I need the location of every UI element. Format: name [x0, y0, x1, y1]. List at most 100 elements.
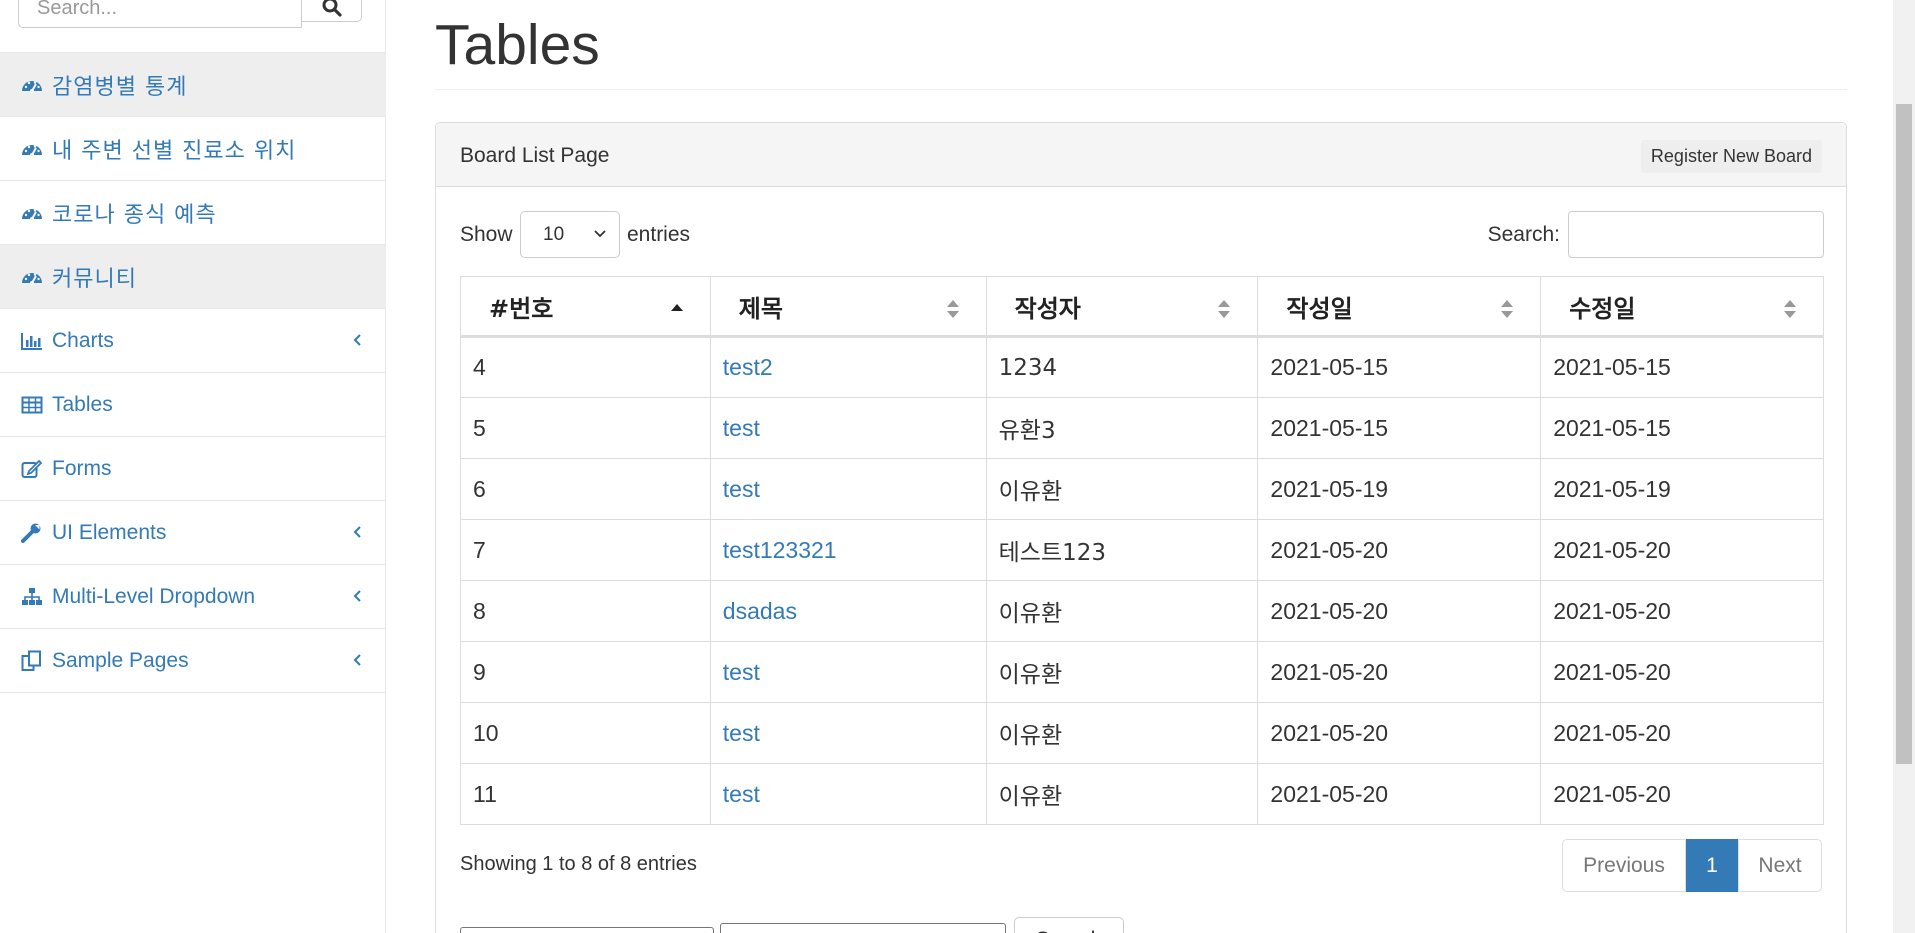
sort-icon	[1218, 300, 1231, 318]
column-header-updated[interactable]: 수정일	[1540, 276, 1824, 338]
table-search-input[interactable]	[1568, 211, 1824, 258]
register-new-board-button[interactable]: Register New Board	[1640, 140, 1822, 173]
sort-icon	[946, 300, 959, 318]
cell-no: 7	[460, 519, 711, 581]
entries-label: entries	[627, 223, 691, 246]
table-info: Showing 1 to 8 of 8 entries	[460, 853, 697, 875]
cell-updated: 2021-05-15	[1540, 336, 1824, 398]
cell-writer: 이유환	[985, 702, 1259, 764]
dashboard-icon	[20, 137, 44, 161]
table-row: 11 test 이유환 2021-05-20 2021-05-20	[460, 763, 1824, 825]
column-header-label: 수정일	[1569, 294, 1636, 323]
search-type-select[interactable]: --	[460, 927, 714, 933]
sidebar-item-clinic-location[interactable]: 내 주변 선별 진료소 위치	[0, 117, 386, 181]
scrollbar-thumb[interactable]	[1896, 104, 1912, 764]
sidebar-search: Search...	[18, 0, 362, 28]
table-row: 4 test2 1234 2021-05-15 2021-05-15	[460, 336, 1824, 398]
sidebar-search-button[interactable]	[302, 0, 362, 22]
cell-updated: 2021-05-15	[1540, 397, 1824, 459]
table-row: 6 test 이유환 2021-05-19 2021-05-19	[460, 458, 1824, 520]
cell-updated: 2021-05-20	[1540, 702, 1824, 764]
cell-writer: 이유환	[985, 580, 1259, 642]
board-title-link[interactable]: test2	[723, 354, 773, 380]
cell-writer: 이유환	[985, 641, 1259, 703]
sidebar-nav: 감염병별 통계 내 주변 선별 진료소 위치 코로나 종식 예측 커뮤니티 Ch…	[0, 52, 386, 693]
cell-created: 2021-05-20	[1257, 763, 1542, 825]
column-header-label: 제목	[738, 294, 783, 323]
board-title-link[interactable]: test	[723, 781, 760, 807]
cell-updated: 2021-05-20	[1540, 519, 1824, 581]
sidebar-item-label: UI Elements	[52, 520, 167, 544]
sidebar-item-forms[interactable]: Forms	[0, 437, 386, 501]
show-label: Show	[460, 223, 513, 246]
sidebar-item-label: Tables	[52, 392, 113, 416]
dashboard-icon	[20, 201, 44, 225]
cell-updated: 2021-05-19	[1540, 458, 1824, 520]
sidebar-search-input[interactable]: Search...	[18, 0, 302, 28]
cell-title: test	[709, 397, 987, 459]
sidebar-item-tables[interactable]: Tables	[0, 373, 386, 437]
column-header-title[interactable]: 제목	[709, 276, 987, 338]
page-scrollbar[interactable]	[1893, 0, 1915, 933]
chevron-left-icon	[353, 334, 361, 346]
cell-no: 6	[460, 458, 711, 520]
board-title-link[interactable]: test	[723, 659, 760, 685]
sidebar-item-multi-level-dropdown[interactable]: Multi-Level Dropdown	[0, 565, 386, 629]
column-header-created[interactable]: 작성일	[1257, 276, 1542, 338]
sidebar-item-sample-pages[interactable]: Sample Pages	[0, 629, 386, 693]
cell-writer: 유환3	[985, 397, 1259, 459]
sidebar-item-label: Charts	[52, 328, 114, 352]
cell-title: test	[709, 458, 987, 520]
table-controls: Show 10 entries Search:	[460, 211, 1824, 261]
sidebar-item-label: Forms	[52, 456, 112, 480]
board-title-link[interactable]: dsadas	[723, 598, 797, 624]
keyword-input[interactable]	[720, 923, 1006, 933]
cell-no: 9	[460, 641, 711, 703]
column-header-label: #번호	[489, 294, 554, 323]
search-button[interactable]: Search	[1014, 917, 1124, 933]
sidebar: Search... 감염병별 통계 내 주변 선별 진료소 위치 코로나 종식	[0, 0, 386, 933]
chevron-left-icon	[353, 526, 361, 538]
panel-heading: Board List Page Register New Board	[436, 123, 1846, 187]
cell-created: 2021-05-20	[1257, 580, 1542, 642]
previous-page-button[interactable]: Previous	[1562, 839, 1686, 892]
sidebar-item-community[interactable]: 커뮤니티	[0, 245, 386, 309]
sidebar-item-covid-prediction[interactable]: 코로나 종식 예측	[0, 181, 386, 245]
next-page-button[interactable]: Next	[1738, 839, 1822, 892]
page-1-button[interactable]: 1	[1686, 839, 1738, 892]
sidebar-item-label: 내 주변 선별 진료소 위치	[52, 138, 297, 164]
wrench-icon	[20, 521, 44, 545]
board-title-link[interactable]: test	[723, 415, 760, 441]
board-title-link[interactable]: test	[723, 720, 760, 746]
cell-updated: 2021-05-20	[1540, 580, 1824, 642]
board-search-form: -- Search	[460, 897, 1160, 933]
page-title: Tables	[435, 13, 600, 77]
cell-title: test2	[709, 336, 987, 398]
cell-writer: 1234	[985, 336, 1259, 398]
cell-created: 2021-05-19	[1257, 458, 1542, 520]
board-title-link[interactable]: test	[723, 476, 760, 502]
chevron-left-icon	[353, 590, 361, 602]
column-header-label: 작성자	[1014, 294, 1081, 323]
cell-title: test123321	[709, 519, 987, 581]
table-row: 10 test 이유환 2021-05-20 2021-05-20	[460, 702, 1824, 764]
sidebar-item-disease-stats[interactable]: 감염병별 통계	[0, 53, 386, 117]
sidebar-item-label: 커뮤니티	[52, 266, 137, 292]
chevron-left-icon	[353, 654, 361, 666]
column-header-writer[interactable]: 작성자	[985, 276, 1259, 338]
table-row: 9 test 이유환 2021-05-20 2021-05-20	[460, 641, 1824, 703]
board-title-link[interactable]: test123321	[723, 537, 837, 563]
cell-no: 8	[460, 580, 711, 642]
cell-writer: 테스트123	[985, 519, 1259, 581]
main-content: Tables Board List Page Register New Boar…	[387, 0, 1915, 933]
files-icon	[20, 649, 44, 673]
sidebar-item-charts[interactable]: Charts	[0, 309, 386, 373]
title-divider	[435, 89, 1847, 90]
sidebar-item-ui-elements[interactable]: UI Elements	[0, 501, 386, 565]
cell-writer: 이유환	[985, 458, 1259, 520]
column-header-no[interactable]: #번호	[460, 276, 711, 338]
board-table: #번호 제목 작성자 작성일 수정일 4 test2 1234 2021-05-…	[460, 276, 1824, 825]
dashboard-icon	[20, 73, 44, 97]
dashboard-icon	[20, 265, 44, 289]
page-length-select[interactable]: 10	[520, 211, 620, 258]
